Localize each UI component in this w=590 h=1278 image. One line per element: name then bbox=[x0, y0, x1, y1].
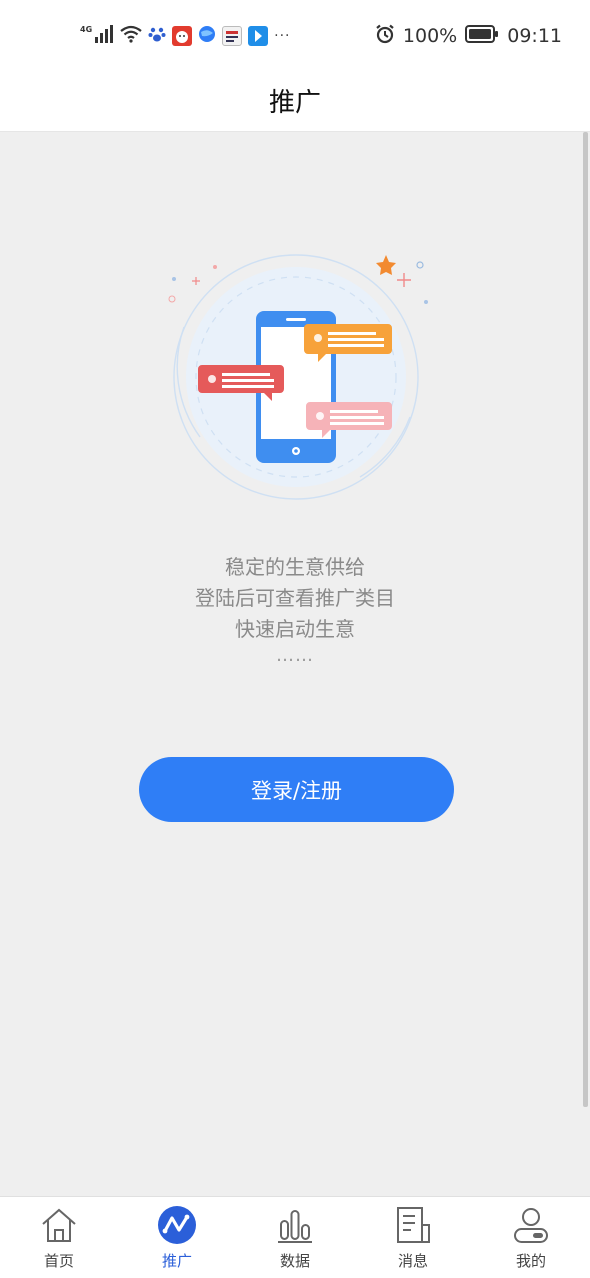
profile-icon bbox=[511, 1205, 551, 1245]
chat-phone-illustration bbox=[160, 237, 440, 507]
tab-promote[interactable]: 推广 bbox=[118, 1197, 236, 1278]
bottom-tab-bar: 首页 推广 数据 消息 我的 bbox=[0, 1196, 590, 1278]
page-header: 推广 bbox=[0, 70, 590, 132]
tab-profile-label: 我的 bbox=[515, 1252, 546, 1270]
tab-home-label: 首页 bbox=[43, 1252, 74, 1270]
tab-data[interactable]: 数据 bbox=[236, 1197, 354, 1278]
promo-line-3: 快速启动生意 bbox=[235, 617, 355, 641]
app-screen: 4G ··· 100% 09:11 推广 稳定的生意供给 登陆后可查看推广类目 … bbox=[0, 0, 590, 1278]
battery-percent: 100% bbox=[402, 25, 458, 47]
alarm-icon bbox=[375, 24, 395, 49]
signal-icon bbox=[94, 25, 114, 47]
tab-messages-label: 消息 bbox=[397, 1252, 428, 1270]
blue-app-icon bbox=[248, 26, 269, 46]
promote-icon bbox=[157, 1205, 197, 1245]
tab-profile[interactable]: 我的 bbox=[472, 1197, 590, 1278]
tab-messages[interactable]: 消息 bbox=[354, 1197, 472, 1278]
network-type: 4G bbox=[80, 24, 93, 34]
promo-text: 稳定的生意供给 登陆后可查看推广类目 快速启动生意 …… bbox=[0, 552, 590, 673]
status-time: 09:11 bbox=[507, 25, 562, 47]
promo-line-1: 稳定的生意供给 bbox=[225, 555, 365, 579]
page-title: 推广 bbox=[268, 88, 321, 118]
home-icon bbox=[39, 1205, 79, 1245]
tab-home[interactable]: 首页 bbox=[0, 1197, 118, 1278]
message-doc-icon bbox=[393, 1205, 433, 1245]
wifi-icon bbox=[120, 25, 142, 47]
tab-promote-label: 推广 bbox=[161, 1252, 192, 1270]
promo-line-2: 登陆后可查看推广类目 bbox=[195, 586, 395, 610]
tab-data-label: 数据 bbox=[279, 1252, 310, 1270]
baidu-paw-icon bbox=[148, 25, 166, 47]
more-notifications-icon: ··· bbox=[274, 28, 291, 44]
red-app-icon bbox=[172, 26, 193, 46]
status-right-icons: 100% 09:11 bbox=[375, 22, 562, 50]
promo-ellipsis: …… bbox=[276, 645, 314, 666]
battery-icon bbox=[465, 24, 499, 48]
bar-chart-icon bbox=[275, 1205, 315, 1245]
globe-app-icon bbox=[198, 25, 216, 47]
login-register-button[interactable]: 登录/注册 bbox=[139, 757, 454, 822]
status-bar: 4G ··· 100% 09:11 bbox=[0, 0, 590, 70]
news-app-icon bbox=[222, 26, 243, 46]
status-left-icons: 4G ··· bbox=[80, 22, 291, 50]
main-content: 稳定的生意供给 登陆后可查看推广类目 快速启动生意 …… 登录/注册 bbox=[0, 132, 590, 1196]
